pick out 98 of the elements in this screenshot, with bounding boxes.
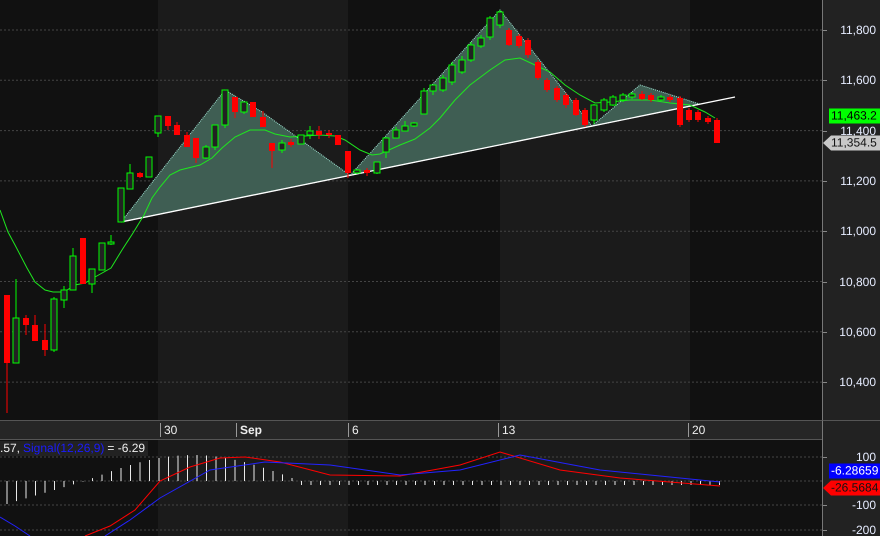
falling-candle <box>335 134 341 146</box>
rising-candle <box>410 122 418 128</box>
macd-value: .57, <box>0 441 20 456</box>
falling-candle <box>42 324 48 356</box>
falling-candle <box>573 98 579 116</box>
falling-candle <box>137 172 143 178</box>
rising-candle <box>70 248 76 290</box>
falling-candle <box>582 108 588 128</box>
axis-label: 11,400 <box>840 124 876 138</box>
axis-label: 10,600 <box>839 324 876 339</box>
falling-candle <box>535 60 541 80</box>
date-label: 6 <box>348 423 359 437</box>
signal-reading: -6.28659 <box>829 464 880 478</box>
falling-candle <box>563 92 569 108</box>
rising-candle <box>628 92 636 100</box>
falling-candle <box>554 86 560 102</box>
rising-candle <box>222 90 228 128</box>
rising-candle <box>496 10 504 28</box>
falling-candle <box>174 122 180 136</box>
axis-label: 10,400 <box>839 375 876 390</box>
rising-candle <box>658 94 664 102</box>
rising-candle <box>620 92 626 102</box>
falling-candle <box>677 96 683 128</box>
date-label: 20 <box>688 423 706 437</box>
rising-candle <box>458 56 466 74</box>
falling-candle <box>648 92 654 102</box>
rising-candle <box>478 34 484 48</box>
falling-candle <box>667 94 673 102</box>
rising-candle <box>402 120 408 132</box>
rising-candle <box>50 296 58 352</box>
falling-candle <box>525 38 531 58</box>
falling-candle <box>184 132 190 148</box>
date-label: 13 <box>498 423 516 437</box>
falling-candle <box>714 118 720 144</box>
falling-candle <box>345 150 351 178</box>
axis-label: -200 <box>852 523 876 536</box>
falling-candle <box>639 90 645 100</box>
rising-candle <box>420 88 428 114</box>
rising-candle <box>154 116 162 138</box>
rising-candle <box>60 286 68 308</box>
rising-candle <box>126 164 134 190</box>
falling-candle <box>705 116 711 124</box>
last-price-label: 11,463.2 <box>829 108 880 124</box>
price-marker-label: 11,354.5 <box>823 136 880 150</box>
falling-candle <box>288 138 294 148</box>
macd-reading: -26.5684 <box>823 480 880 496</box>
axis-label: 11,000 <box>840 224 876 238</box>
rising-candle <box>298 134 304 144</box>
falling-candle <box>23 314 29 336</box>
rising-candle <box>354 168 360 174</box>
rising-candle <box>392 126 400 138</box>
falling-candle <box>260 110 266 128</box>
falling-candle <box>516 34 522 48</box>
falling-candle <box>316 126 322 140</box>
falling-candle <box>695 110 701 122</box>
rising-candle <box>212 124 218 150</box>
rising-candle <box>600 98 608 112</box>
rising-candle <box>590 104 598 124</box>
rising-candle <box>430 84 436 96</box>
rising-candle <box>448 62 456 86</box>
falling-candle <box>193 138 199 164</box>
axis-label: 100 <box>856 450 876 464</box>
rising-candle <box>440 74 446 92</box>
signal-name: Signal(12,26,9) <box>23 441 104 456</box>
falling-candle <box>80 238 86 284</box>
rising-candle <box>306 126 314 140</box>
rising-candle <box>374 162 380 174</box>
axis-label: -100 <box>852 498 876 512</box>
rising-candle <box>486 16 494 40</box>
axis-label: 11,600 <box>840 73 876 88</box>
axis-label: 11,800 <box>840 23 876 37</box>
falling-candle <box>506 28 512 46</box>
signal-value: = -6.29 <box>107 441 146 456</box>
rising-candle <box>278 140 286 154</box>
rising-candle <box>118 188 124 222</box>
rising-candle <box>146 156 152 178</box>
falling-candle <box>32 314 38 342</box>
falling-candle <box>269 142 275 168</box>
falling-candle <box>232 96 238 118</box>
rising-candle <box>240 102 248 114</box>
falling-candle <box>250 102 256 118</box>
falling-candle <box>686 108 692 122</box>
rising-candle <box>382 136 390 158</box>
falling-candle <box>544 78 550 92</box>
falling-candle <box>326 130 332 138</box>
rising-candle <box>98 242 106 270</box>
date-label: 30 <box>160 423 178 437</box>
rising-candle <box>610 94 616 106</box>
rising-candle <box>88 268 96 294</box>
falling-candle <box>165 116 171 130</box>
falling-candle <box>364 168 370 176</box>
axis-label: 10,800 <box>839 274 876 288</box>
rising-candle <box>108 234 114 246</box>
axis-label: 11,200 <box>840 174 876 188</box>
date-label: Sep <box>236 423 262 437</box>
rising-candle <box>468 42 474 62</box>
rising-candle <box>202 144 210 160</box>
signal-line <box>0 516 30 536</box>
